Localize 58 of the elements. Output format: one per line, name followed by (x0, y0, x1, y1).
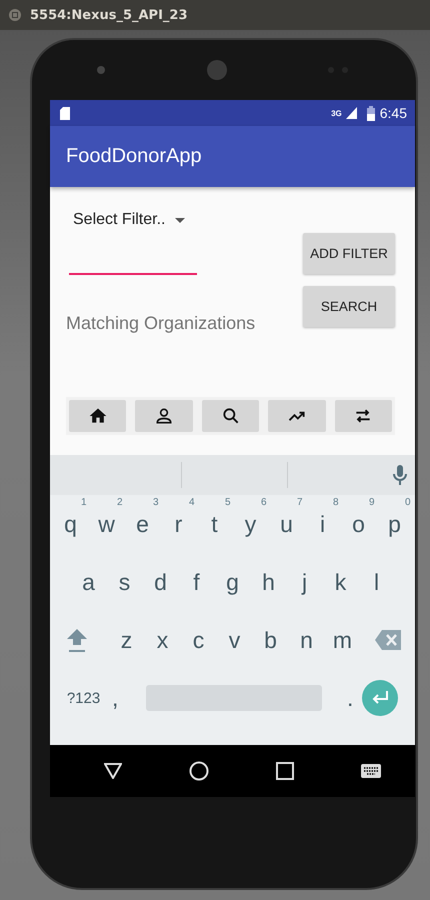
key-hint: 8 (332, 496, 338, 508)
keyboard-key[interactable]: g (214, 568, 250, 596)
key-hint: 6 (260, 496, 266, 508)
keyboard-key[interactable]: b (252, 626, 288, 654)
toolbar-button[interactable] (135, 400, 193, 432)
keyboard-key[interactable]: h (250, 568, 286, 596)
camera-icon (96, 65, 106, 75)
app-title: FoodDonorApp (66, 145, 202, 168)
key-hint: 4 (188, 496, 194, 508)
speaker-icon (206, 59, 228, 81)
key-hint: 3 (152, 496, 158, 508)
keyboard-key[interactable]: m (324, 626, 360, 654)
key-hint: 0 (404, 496, 410, 508)
clock: 6:45 (380, 105, 407, 121)
keyboard-key[interactable]: a (70, 568, 106, 596)
keyboard-key[interactable]: d (142, 568, 178, 596)
add-filter-button[interactable]: ADD FILTER (303, 233, 395, 274)
keyboard-key[interactable]: k (322, 568, 358, 596)
keyboard-key[interactable]: v (216, 626, 252, 654)
keyboard-key[interactable]: z (108, 626, 144, 654)
battery-icon (366, 106, 376, 120)
close-icon[interactable] (8, 8, 22, 22)
symbols-key[interactable]: ?123 (66, 690, 100, 706)
sd-card-icon (60, 106, 70, 120)
key-hint: 9 (368, 496, 374, 508)
filter-dropdown[interactable]: Select Filter.. (66, 207, 256, 231)
shift-icon[interactable] (64, 627, 88, 653)
keyboard-key[interactable]: n (288, 626, 324, 654)
key-hint: 5 (224, 496, 230, 508)
enter-icon (371, 691, 390, 705)
keyboard-key[interactable]: f (178, 568, 214, 596)
key-hint: 1 (80, 496, 86, 508)
microphone-icon[interactable] (393, 465, 407, 485)
back-icon[interactable] (104, 763, 122, 779)
key-hint: 7 (296, 496, 302, 508)
toolbar-button[interactable] (334, 400, 392, 432)
signal-icon (346, 107, 357, 119)
home-circle-icon[interactable] (188, 761, 209, 781)
keyboard-icon[interactable] (361, 764, 382, 778)
keyboard-key[interactable]: c (180, 626, 216, 654)
window-title: 5554:Nexus_5_API_23 (30, 8, 188, 22)
keyboard-key[interactable]: s (106, 568, 142, 596)
toolbar-button[interactable] (69, 400, 126, 432)
person-icon (154, 406, 174, 426)
keyboard-key[interactable]: j (286, 568, 322, 596)
search-icon (220, 406, 241, 426)
toolbar-button[interactable] (268, 400, 326, 432)
search-button[interactable]: SEARCH (303, 286, 395, 327)
toolbar-button[interactable] (202, 400, 260, 432)
keyboard-key[interactable]: x (144, 626, 180, 654)
comma-key[interactable]: , (100, 684, 130, 712)
keyboard-key[interactable]: l (358, 568, 394, 596)
dropdown-caret-icon (175, 218, 186, 222)
period-key[interactable]: . (338, 684, 362, 712)
results-label: Matching Organizations (66, 313, 256, 334)
network-type: 3G (331, 108, 342, 118)
key-hint: 2 (116, 496, 122, 508)
recents-icon[interactable] (276, 762, 294, 780)
